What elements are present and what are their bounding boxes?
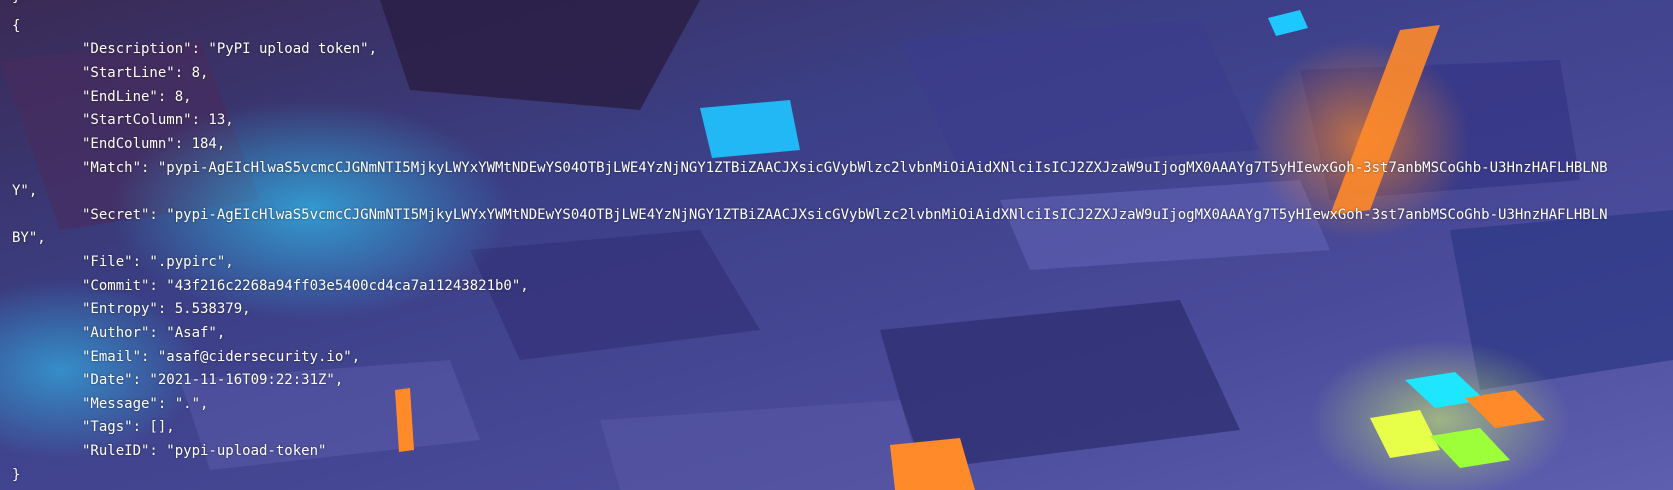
json-line-tags: "Tags": [], [82,419,175,435]
json-line-endcolumn: "EndColumn": 184, [82,136,226,152]
json-close-brace: } [12,467,21,483]
json-line-secret: "Secret": "pypi-AgEIcHlwaS5vcmcCJGNmNTI5… [82,207,1608,223]
json-line-match-wrap: Y", [12,183,38,199]
json-line-date: "Date": "2021-11-16T09:22:31Z", [82,372,344,388]
terminal-output: } { "Description": "PyPI upload token", … [0,0,1673,490]
json-line-ruleid: "RuleID": "pypi-upload-token" [82,443,327,459]
json-open-brace: { [12,18,21,34]
json-line-match: "Match": "pypi-AgEIcHlwaS5vcmcCJGNmNTI5M… [82,160,1608,176]
closing-brace-prev: } [12,0,20,10]
json-line-entropy: "Entropy": 5.538379, [82,301,251,317]
json-line-commit: "Commit": "43f216c2268a94ff03e5400cd4ca7… [82,278,529,294]
json-line-email: "Email": "asaf@cidersecurity.io", [82,349,361,365]
json-line-message: "Message": ".", [82,396,209,412]
json-line-startline: "StartLine": 8, [82,65,209,81]
json-line-startcolumn: "StartColumn": 13, [82,112,234,128]
json-line-file: "File": ".pypirc", [82,254,234,270]
json-line-secret-wrap: BY", [12,230,46,246]
json-line-endline: "EndLine": 8, [82,89,192,105]
json-line-description: "Description": "PyPI upload token", [82,41,378,57]
json-line-author: "Author": "Asaf", [82,325,226,341]
